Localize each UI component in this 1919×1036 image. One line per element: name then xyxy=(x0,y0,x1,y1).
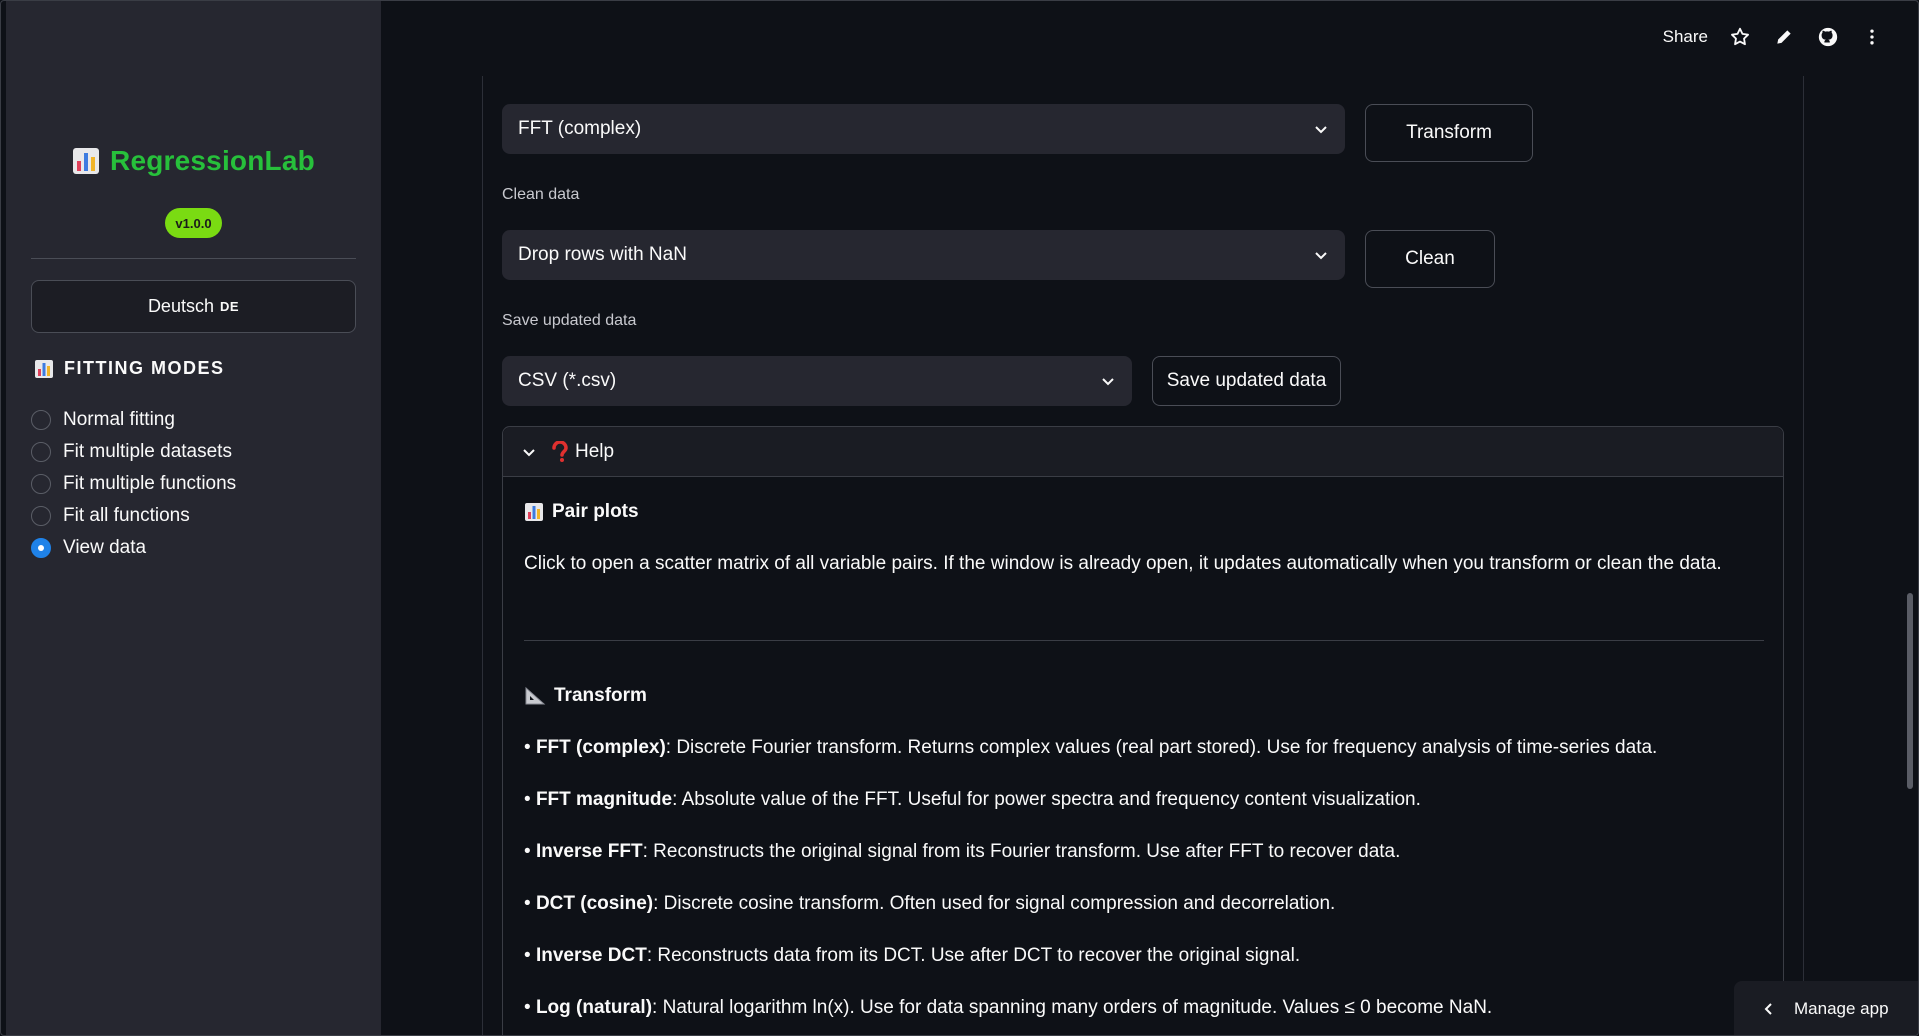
help-expander: Help Pair plots Click to open a scatter … xyxy=(502,426,1784,1035)
fitting-modes-title: FITTING MODES xyxy=(64,358,225,378)
fitting-modes-header: FITTING MODES xyxy=(34,358,225,379)
help-expander-header[interactable]: Help xyxy=(503,427,1783,477)
column-border-left xyxy=(482,76,483,1035)
help-item-desc: : Discrete cosine transform. Often used … xyxy=(653,893,1336,914)
brand-title: RegressionLab xyxy=(110,145,315,176)
clean-button[interactable]: Clean xyxy=(1365,230,1495,288)
page-scrollbar[interactable] xyxy=(1907,593,1913,789)
version-badge: v1.0.0 xyxy=(165,208,222,238)
radio-button[interactable] xyxy=(31,474,51,494)
chevron-left-icon xyxy=(1764,1003,1772,1015)
help-item-desc: : Absolute value of the FFT. Useful for … xyxy=(672,789,1421,810)
pencil-icon[interactable] xyxy=(1772,25,1796,49)
column-border-right xyxy=(1803,76,1804,1035)
more-vertical-icon[interactable] xyxy=(1860,25,1884,49)
language-label: Deutsch xyxy=(147,296,214,316)
help-item-desc: : Reconstructs data from its DCT. Use af… xyxy=(646,945,1301,966)
radio-normal-fitting[interactable]: Normal fitting xyxy=(31,404,236,436)
help-item-desc: : Natural logarithm ln(x). Use for data … xyxy=(652,997,1493,1018)
transform-title: Transform xyxy=(554,685,647,706)
radio-label: Fit all functions xyxy=(63,505,190,526)
save-updated-data-button[interactable]: Save updated data xyxy=(1152,356,1341,406)
radio-button[interactable] xyxy=(31,506,51,526)
help-divider xyxy=(524,640,1764,641)
clean-select-value: Drop rows with NaN xyxy=(518,244,687,265)
radio-button[interactable] xyxy=(31,442,51,462)
help-item-term: Inverse DCT xyxy=(535,945,647,966)
help-item: • DCT (cosine): Discrete cosine transfor… xyxy=(524,893,1336,914)
chevron-down-icon xyxy=(1315,252,1327,260)
help-title-group: Help xyxy=(551,440,615,463)
help-item: • FFT magnitude: Absolute value of the F… xyxy=(524,789,1421,810)
transform-select[interactable]: FFT (complex) xyxy=(502,104,1345,154)
clean-select[interactable]: Drop rows with NaN xyxy=(502,230,1345,280)
help-item-term: Log (natural) xyxy=(535,997,653,1018)
bar-chart-icon xyxy=(35,359,53,378)
language-code: DE xyxy=(219,299,240,314)
transform-select-value: FFT (complex) xyxy=(518,118,642,139)
help-item: • Inverse DCT: Reconstructs data from it… xyxy=(524,945,1301,966)
sidebar-divider xyxy=(31,258,356,259)
bar-chart-icon xyxy=(73,148,100,174)
help-item-desc: : Reconstructs the original signal from … xyxy=(642,841,1401,862)
help-item: • Inverse FFT: Reconstructs the original… xyxy=(524,841,1401,862)
app-frame: RegressionLab v1.0.0 Deutsch DE FITTING … xyxy=(0,0,1919,1036)
radio-fit-multiple-functions[interactable]: Fit multiple functions xyxy=(31,468,236,500)
manage-app-button[interactable]: Manage app xyxy=(1734,981,1918,1035)
help-item-term: DCT (cosine) xyxy=(535,893,654,914)
pair-plots-title: Pair plots xyxy=(552,501,639,522)
help-item: • Log (natural): Natural logarithm ln(x)… xyxy=(524,997,1493,1018)
help-item: • FFT (complex): Discrete Fourier transf… xyxy=(524,737,1658,758)
radio-label: View data xyxy=(63,537,147,558)
pair-plots-description: Click to open a scatter matrix of all va… xyxy=(524,553,1722,574)
radio-view-data[interactable]: View data xyxy=(31,532,236,564)
github-icon[interactable] xyxy=(1816,25,1840,49)
brand: RegressionLab xyxy=(6,145,381,177)
help-item-desc: : Discrete Fourier transform. Returns co… xyxy=(665,737,1658,758)
help-item-term: FFT (complex) xyxy=(535,737,666,758)
chevron-down-icon xyxy=(523,448,535,456)
radio-label: Fit multiple functions xyxy=(63,473,237,494)
bar-chart-icon xyxy=(525,503,543,521)
radio-fit-multiple-datasets[interactable]: Fit multiple datasets xyxy=(31,436,236,468)
manage-app-label: Manage app xyxy=(1794,999,1889,1018)
radio-button[interactable] xyxy=(31,410,51,430)
pair-plots-heading: Pair plots xyxy=(524,501,639,523)
clean-data-label: Clean data xyxy=(502,186,580,203)
star-icon[interactable] xyxy=(1728,25,1752,49)
transform-button[interactable]: Transform xyxy=(1365,104,1533,162)
help-item-term: Inverse FFT xyxy=(535,841,643,862)
radio-fit-all-functions[interactable]: Fit all functions xyxy=(31,500,236,532)
top-toolbar: Share xyxy=(1663,25,1884,49)
radio-button-selected[interactable] xyxy=(31,538,51,558)
transform-heading: Transform xyxy=(524,685,647,707)
save-format-select[interactable]: CSV (*.csv) xyxy=(502,356,1132,406)
sidebar: RegressionLab v1.0.0 Deutsch DE FITTING … xyxy=(6,1,381,1035)
help-title: Help xyxy=(575,440,615,462)
radio-label: Fit multiple datasets xyxy=(63,441,232,462)
chevron-down-icon xyxy=(1315,126,1327,134)
radio-label: Normal fitting xyxy=(63,409,175,430)
save-data-label: Save updated data xyxy=(502,312,637,329)
share-button[interactable]: Share xyxy=(1663,27,1708,47)
save-format-select-value: CSV (*.csv) xyxy=(518,370,617,391)
chevron-down-icon xyxy=(1102,378,1114,386)
language-button[interactable]: Deutsch DE xyxy=(31,280,356,333)
fitting-modes-radio-group: Normal fitting Fit multiple datasets Fit… xyxy=(31,404,236,564)
triangular-ruler-icon xyxy=(525,686,546,705)
help-item-term: FFT magnitude xyxy=(535,789,673,810)
question-mark-icon xyxy=(552,440,568,462)
